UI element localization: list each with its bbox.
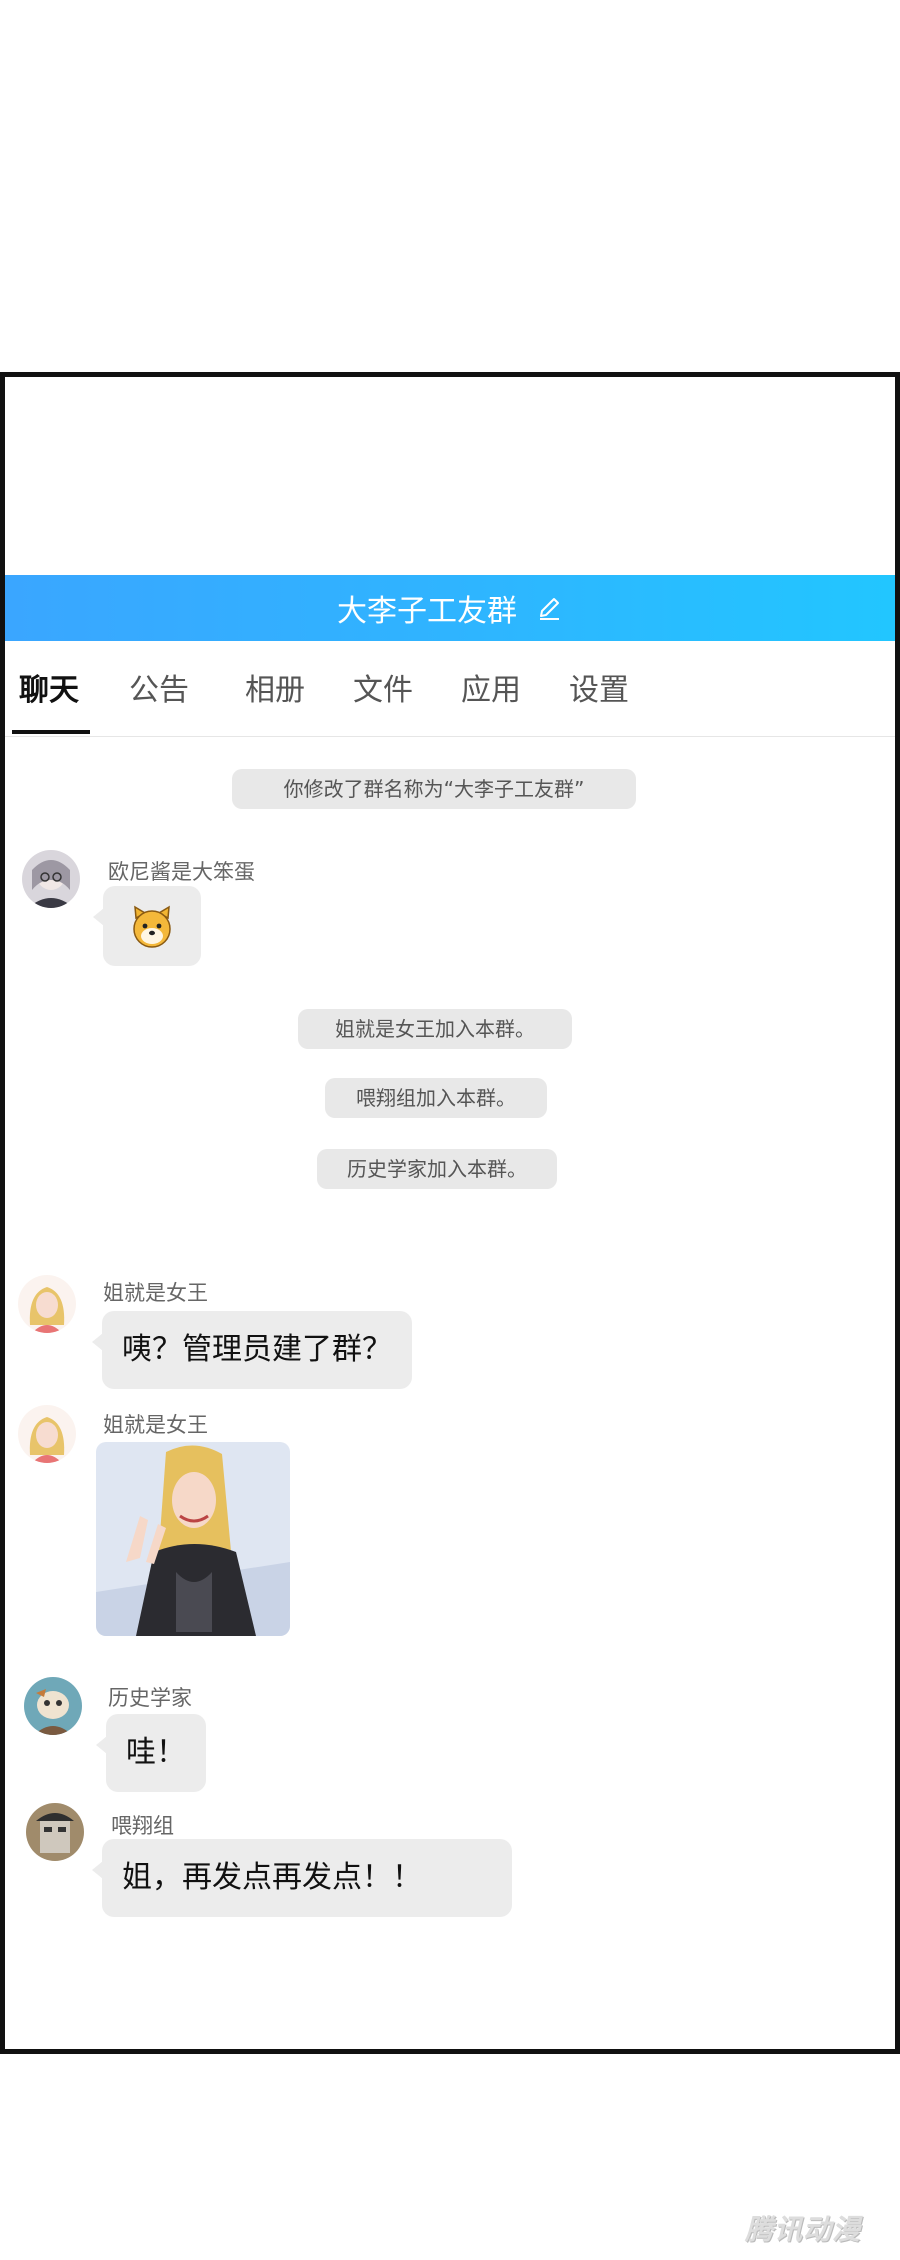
username: 姐就是女王 <box>103 1413 208 1437</box>
photo-message[interactable] <box>96 1442 290 1636</box>
message-bubble[interactable]: 哇！ <box>96 1714 206 1792</box>
username: 历史学家 <box>108 1686 192 1710</box>
avatar-user2[interactable] <box>18 1275 76 1333</box>
tab-settings[interactable]: 设置 <box>569 665 629 709</box>
system-message-join: 历史学家加入本群。 <box>317 1149 557 1189</box>
system-message-join: 姐就是女王加入本群。 <box>298 1009 572 1049</box>
avatar-user4[interactable] <box>26 1803 84 1861</box>
chat-window: 大李子工友群 聊天 公告 相册 文件 应用 设置 你修改了群名称为“大李子工友群… <box>0 372 900 2054</box>
group-name: 大李子工友群 <box>337 594 517 629</box>
system-message-rename: 你修改了群名称为“大李子工友群” <box>232 769 636 809</box>
tab-announcement[interactable]: 公告 <box>129 665 189 709</box>
dog-sticker-icon <box>129 902 175 980</box>
avatar-user1[interactable] <box>22 850 80 908</box>
message-bubble[interactable]: 姐，再发点再发点！！ <box>92 1839 512 1917</box>
watermark-logo: 腾讯动漫 <box>745 2213 862 2246</box>
username: 喂翔组 <box>111 1814 174 1838</box>
tab-chat[interactable]: 聊天 <box>19 665 79 709</box>
username: 姐就是女王 <box>103 1281 208 1305</box>
tab-apps[interactable]: 应用 <box>461 665 521 709</box>
avatar-user2[interactable] <box>18 1405 76 1463</box>
system-message-join: 喂翔组加入本群。 <box>325 1078 547 1118</box>
avatar-user3[interactable] <box>24 1677 82 1735</box>
sticker-bubble[interactable] <box>93 886 201 966</box>
username: 欧尼酱是大笨蛋 <box>108 860 255 884</box>
active-tab-indicator <box>12 730 90 734</box>
tab-album[interactable]: 相册 <box>245 665 305 709</box>
message-bubble[interactable]: 咦？管理员建了群？ <box>92 1311 412 1389</box>
edit-icon[interactable] <box>535 594 563 622</box>
tab-files[interactable]: 文件 <box>353 665 413 709</box>
tab-bar: 聊天 公告 相册 文件 应用 设置 <box>5 641 895 737</box>
group-title-bar: 大李子工友群 <box>5 575 895 641</box>
